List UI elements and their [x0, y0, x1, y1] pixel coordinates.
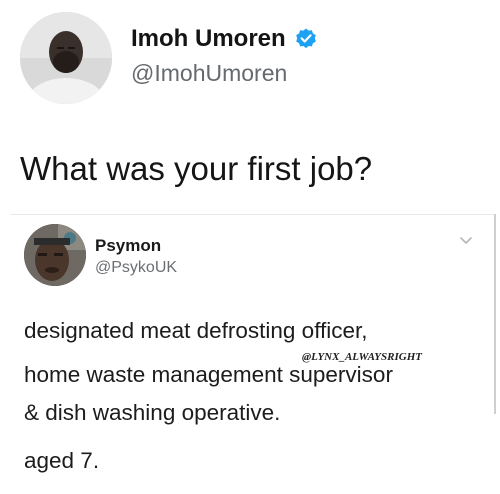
author-name-row: Imoh Umoren [131, 25, 318, 53]
author-handle[interactable]: @ImohUmoren [131, 60, 287, 87]
verified-badge-icon [294, 27, 318, 51]
author-display-name[interactable]: Imoh Umoren [131, 25, 286, 53]
reply-author-avatar-photo [24, 224, 86, 286]
chevron-down-icon[interactable] [458, 234, 474, 248]
reply-text-line: aged 7. [24, 448, 100, 473]
reply-text-line: designated meat defrosting officer, [24, 318, 368, 343]
reply-author-display-name[interactable]: Psymon [95, 236, 161, 256]
reply-text-line: & dish washing operative. [24, 400, 281, 425]
scrollbar[interactable] [494, 214, 496, 414]
reply-author-handle[interactable]: @PsykoUK [95, 259, 177, 277]
reply-text-line: home waste management supervisor [24, 362, 393, 387]
tweet-text: What was your first job? [20, 150, 373, 187]
reply-card[interactable]: Psymon @PsykoUK designated meat defrosti… [10, 214, 496, 494]
divider [10, 214, 496, 215]
reply-author-avatar[interactable] [24, 224, 86, 286]
author-avatar[interactable] [20, 12, 112, 104]
watermark: @LYNX_ALWAYSRIGHT [302, 351, 422, 363]
author-avatar-photo [20, 12, 112, 104]
